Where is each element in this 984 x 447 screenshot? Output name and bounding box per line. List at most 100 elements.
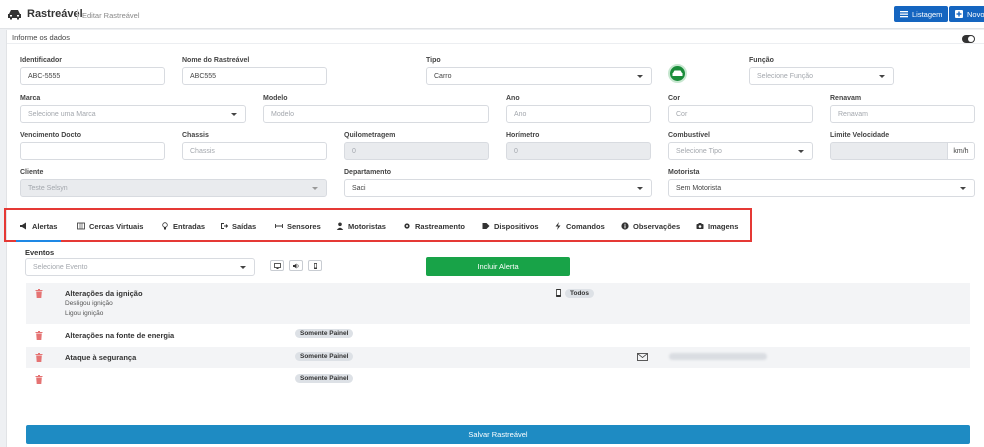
vehicle-type-badge (668, 64, 687, 83)
scope-badge: Somente Painel (295, 374, 354, 383)
modelo-label: Modelo (263, 95, 288, 102)
departamento-value: Saci (352, 184, 366, 192)
page-title: Rastreável (27, 8, 83, 20)
renavam-label: Renavam (830, 95, 862, 102)
marca-placeholder: Selecione uma Marca (28, 110, 96, 118)
mobile-toggle[interactable] (308, 260, 322, 271)
panel-header: Informe os dados (7, 30, 984, 44)
trash-icon[interactable] (35, 331, 43, 340)
tab-label: Alertas (32, 221, 58, 231)
limite-input[interactable]: km/h (830, 142, 975, 160)
tab-label: Imagens (708, 221, 739, 231)
chevron-down-icon (637, 75, 643, 78)
departamento-label: Departamento (344, 169, 392, 176)
motorista-value: Sem Motorista (676, 184, 722, 192)
limite-label: Limite Velocidade (830, 132, 890, 139)
tab-label: Cercas Virtuais (89, 221, 144, 231)
camera-icon (696, 223, 704, 229)
tab-dispositivos[interactable]: Dispositivos (482, 217, 539, 235)
scope-badge: Todos (565, 289, 595, 298)
renavam-input[interactable]: Renavam (830, 105, 975, 123)
sound-toggle[interactable] (289, 260, 303, 271)
vencimento-input[interactable] (20, 142, 165, 160)
tipo-select[interactable]: Carro (426, 67, 652, 85)
plus-icon (955, 10, 963, 18)
cor-input[interactable]: Cor (668, 105, 813, 123)
alert-title: Alterações da ignição (65, 289, 143, 298)
quilometragem-input: 0 (344, 142, 489, 160)
save-button[interactable]: Salvar Rastreável (26, 425, 970, 444)
trash-icon[interactable] (35, 289, 43, 298)
mobile-icon (556, 289, 561, 297)
funcao-placeholder: Selecione Função (757, 72, 814, 80)
horimetro-input: 0 (506, 142, 651, 160)
eventos-label: Eventos (25, 248, 55, 257)
redacted-email (669, 353, 767, 360)
tab-alertas[interactable]: Alertas (15, 217, 62, 242)
chevron-down-icon (879, 75, 885, 78)
chevron-down-icon (312, 187, 318, 190)
top-bar: Rastreável Editar Rastreável Listagem No… (0, 0, 984, 29)
cliente-label: Cliente (20, 169, 44, 176)
bulb-icon (162, 222, 168, 230)
tipo-value: Carro (434, 72, 452, 80)
identificador-label: Identificador (20, 57, 63, 64)
tab-label: Observações (633, 221, 681, 231)
combustivel-placeholder: Selecione Tipo (676, 147, 722, 155)
tab-rastreamento[interactable]: Rastreamento (403, 217, 465, 235)
eventos-placeholder: Selecione Evento (33, 263, 88, 271)
alert-detail: Desligou ignição (65, 300, 113, 307)
ano-label: Ano (506, 95, 520, 102)
eventos-select[interactable]: Selecione Evento (25, 258, 255, 276)
include-alert-button[interactable]: Incluir Alerta (426, 257, 570, 276)
tab-observacoes[interactable]: Observações (621, 217, 680, 235)
tab-label: Rastreamento (415, 221, 466, 231)
tab-motoristas[interactable]: Motoristas (336, 217, 386, 235)
cliente-select: Teste Selsyn (20, 179, 327, 197)
motorista-select[interactable]: Sem Motorista (668, 179, 975, 197)
user-icon (336, 222, 344, 230)
collapse-toggle[interactable] (962, 35, 975, 43)
funcao-select[interactable]: Selecione Função (749, 67, 894, 85)
tab-entradas[interactable]: Entradas (161, 217, 205, 235)
tab-label: Motoristas (348, 221, 386, 231)
alert-row: Somente Painel (26, 370, 970, 389)
alert-title: Ataque à segurança (65, 353, 137, 362)
tab-saidas[interactable]: Saídas (220, 217, 256, 235)
title-divider (77, 9, 78, 20)
tipo-label: Tipo (426, 57, 441, 64)
chevron-down-icon (960, 187, 966, 190)
identificador-input[interactable]: ABC-5555 (20, 67, 165, 85)
trash-icon[interactable] (35, 375, 43, 384)
tab-cercas-virtuais[interactable]: Cercas Virtuais (77, 217, 143, 235)
info-icon (621, 222, 629, 230)
alert-row: Ataque à segurança Somente Painel (26, 347, 970, 368)
ano-input[interactable]: Ano (506, 105, 651, 123)
trash-icon[interactable] (35, 353, 43, 362)
list-button-label: Listagem (912, 9, 943, 19)
tabs-bar: Alertas Cercas Virtuais Entradas Saídas … (4, 208, 752, 242)
nome-input[interactable]: ABC555 (182, 67, 327, 85)
alert-title: Alterações na fonte de energia (65, 331, 175, 340)
breadcrumb: Editar Rastreável (82, 11, 140, 20)
car-icon (8, 10, 21, 20)
marca-select[interactable]: Selecione uma Marca (20, 105, 246, 123)
list-button[interactable]: Listagem (894, 6, 949, 22)
tab-comandos[interactable]: Comandos (554, 217, 605, 235)
combustivel-label: Combustível (668, 132, 711, 139)
departamento-select[interactable]: Saci (344, 179, 652, 197)
quilometragem-label: Quilometragem (344, 132, 396, 139)
list-icon (900, 11, 908, 18)
cliente-value: Teste Selsyn (28, 184, 68, 192)
tab-sensores[interactable]: Sensores (275, 217, 321, 235)
marca-label: Marca (20, 95, 41, 102)
modelo-input[interactable]: Modelo (263, 105, 489, 123)
desktop-toggle[interactable] (270, 260, 284, 271)
nome-label: Nome do Rastreável (182, 57, 250, 64)
tab-imagens[interactable]: Imagens (696, 217, 738, 235)
chevron-down-icon (798, 150, 804, 153)
chassis-input[interactable]: Chassis (182, 142, 327, 160)
combustivel-select[interactable]: Selecione Tipo (668, 142, 813, 160)
desktop-icon (273, 262, 281, 269)
new-button[interactable]: Novo (949, 6, 984, 22)
